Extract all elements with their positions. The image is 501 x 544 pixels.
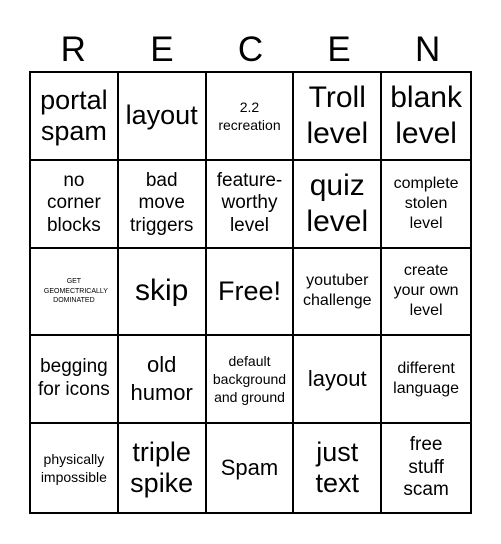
cell-text: create your own level	[393, 262, 459, 320]
cell-text: just text	[315, 437, 360, 499]
header-letter-5: N	[415, 30, 441, 69]
cell-text: quiz level	[306, 168, 369, 238]
cell-text: skip	[135, 274, 189, 308]
cell-text: begging for icons	[37, 356, 110, 401]
bingo-cell[interactable]: physically impossible	[31, 424, 119, 512]
header-letter-4: E	[327, 30, 351, 69]
cell-text: Troll level	[306, 80, 369, 150]
cell-text: Free!	[217, 275, 281, 306]
cell-text: blank level	[390, 80, 462, 150]
cell-text: feature-worthy level	[216, 169, 283, 237]
bingo-cell[interactable]: different language	[382, 336, 470, 425]
bingo-cell[interactable]: triple spike	[119, 424, 207, 512]
bingo-cell[interactable]: create your own level	[382, 249, 470, 337]
header-letter-1: R	[60, 30, 86, 69]
cell-text: no corner blocks	[46, 169, 101, 237]
bingo-cell[interactable]: complete stolen level	[382, 161, 470, 249]
cell-text: physically impossible	[40, 450, 107, 486]
bingo-cell[interactable]: youtuber challenge	[294, 248, 383, 337]
cell-text: GET GEOMECTRICALLY DOMINATED	[43, 277, 108, 305]
bingo-cell[interactable]: portal spam	[31, 73, 119, 161]
bingo-cell[interactable]: old humor	[118, 336, 207, 425]
cell-text: portal spam	[40, 84, 108, 146]
cell-text: triple spike	[130, 437, 194, 499]
cell-text: youtuber challenge	[303, 272, 372, 310]
cell-text: bad move triggers	[130, 169, 194, 237]
bingo-cell[interactable]: skip	[118, 248, 207, 337]
cell-text: Spam	[220, 454, 279, 480]
header-letter-2: E	[150, 30, 174, 69]
bingo-cell[interactable]: feature-worthy level	[206, 160, 295, 249]
bingo-cell[interactable]: begging for icons	[31, 336, 119, 425]
cell-text: layout	[307, 365, 367, 391]
bingo-grid: portal spam layout 2.2 recreation Troll …	[29, 71, 472, 514]
cell-text: different language	[393, 360, 460, 398]
bingo-cell[interactable]: quiz level	[294, 160, 383, 249]
cell-text: layout	[125, 100, 198, 131]
bingo-cell[interactable]: just text	[294, 424, 383, 512]
bingo-cell[interactable]: 2.2 recreation	[206, 73, 295, 161]
cell-text: free stuff scam	[403, 433, 449, 501]
bingo-cell[interactable]: layout	[294, 336, 383, 425]
bingo-cell[interactable]: Troll level	[294, 73, 383, 161]
cell-text: complete stolen level	[393, 174, 459, 232]
header-letter-3: C	[237, 30, 264, 69]
bingo-cell[interactable]: free stuff scam	[382, 424, 470, 512]
bingo-cell[interactable]: bad move triggers	[118, 160, 207, 249]
cell-text: 2.2 recreation	[218, 98, 281, 133]
cell-text: old humor	[130, 351, 193, 406]
bingo-cell[interactable]: GET GEOMECTRICALLY DOMINATED	[31, 248, 119, 337]
free-space-cell[interactable]: Free!	[206, 248, 295, 337]
cell-text: default background and ground	[212, 353, 287, 406]
bingo-header: R E C E N	[29, 28, 472, 72]
bingo-cell[interactable]: blank level	[382, 73, 470, 161]
bingo-cell[interactable]: layout	[118, 73, 207, 161]
bingo-cell[interactable]: Spam	[207, 424, 295, 512]
bingo-cell[interactable]: no corner blocks	[31, 160, 119, 249]
bingo-cell[interactable]: default background and ground	[206, 336, 295, 425]
